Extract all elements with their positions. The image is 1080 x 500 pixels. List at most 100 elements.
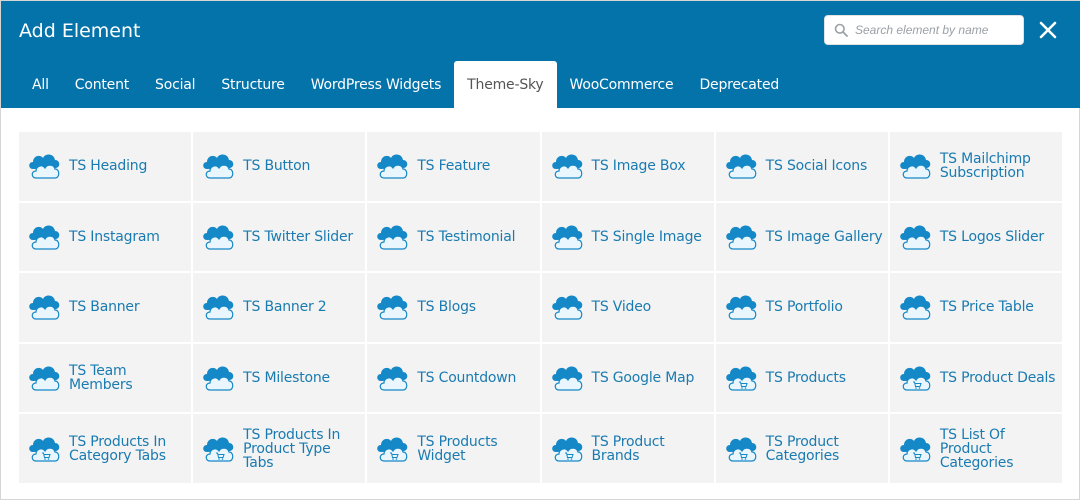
cloud-icon bbox=[551, 225, 582, 250]
cloud-icon bbox=[725, 154, 757, 179]
element-ts-heading[interactable]: TS Heading bbox=[19, 132, 192, 201]
element-label: TS Countdown bbox=[417, 370, 517, 387]
element-ts-products-in-category-tabs[interactable]: TS Products In Category Tabs bbox=[19, 414, 192, 483]
element-ts-image-box[interactable]: TS Image Box bbox=[541, 132, 714, 201]
close-icon[interactable] bbox=[1036, 18, 1060, 42]
element-label: TS Social Icons bbox=[765, 158, 868, 175]
modal-title: Add Element bbox=[19, 20, 141, 42]
element-label: TS Video bbox=[591, 299, 652, 316]
cloud-icon bbox=[377, 225, 408, 250]
element-ts-logos-slider[interactable]: TS Logos Slider bbox=[889, 202, 1062, 272]
element-label: TS Portfolio bbox=[765, 299, 843, 316]
element-label: TS Google Map bbox=[591, 370, 695, 387]
cloud-cart-icon bbox=[29, 437, 60, 462]
element-label: TS Feature bbox=[417, 158, 491, 175]
cloud-icon bbox=[29, 295, 60, 321]
element-label: TS Banner 2 bbox=[243, 299, 327, 316]
element-ts-social-icons[interactable]: TS Social Icons bbox=[715, 132, 888, 201]
element-ts-google-map[interactable]: TS Google Map bbox=[541, 343, 714, 413]
search-icon bbox=[834, 23, 848, 37]
element-ts-banner[interactable]: TS Banner bbox=[19, 273, 192, 342]
element-label: TS Banner bbox=[69, 299, 140, 316]
cloud-icon bbox=[551, 295, 582, 321]
element-ts-feature[interactable]: TS Feature bbox=[367, 132, 540, 201]
element-ts-milestone[interactable]: TS Milestone bbox=[193, 343, 366, 413]
element-ts-video[interactable]: TS Video bbox=[541, 273, 714, 342]
cloud-icon bbox=[203, 225, 234, 250]
cloud-cart-icon bbox=[725, 366, 757, 391]
element-label: TS Price Table bbox=[939, 299, 1034, 316]
search-box bbox=[824, 15, 1024, 45]
element-ts-team-members[interactable]: TS Team Members bbox=[19, 343, 192, 413]
cloud-icon bbox=[203, 366, 234, 391]
element-label: TS Product Deals bbox=[939, 370, 1056, 387]
element-ts-portfolio[interactable]: TS Portfolio bbox=[715, 273, 888, 342]
cloud-cart-icon bbox=[551, 437, 582, 462]
element-ts-button[interactable]: TS Button bbox=[193, 132, 366, 201]
element-ts-product-brands[interactable]: TS Product Brands bbox=[541, 414, 714, 483]
cloud-icon bbox=[377, 366, 408, 391]
element-label: TS Blogs bbox=[417, 299, 476, 316]
element-label: TS Image Gallery bbox=[765, 228, 883, 245]
element-ts-twitter-slider[interactable]: TS Twitter Slider bbox=[193, 202, 366, 272]
element-label: TS Twitter Slider bbox=[243, 228, 353, 245]
modal-header: Add Element AllContentSocialStructureWor… bbox=[1, 1, 1080, 108]
cloud-icon bbox=[29, 225, 60, 250]
element-ts-image-gallery[interactable]: TS Image Gallery bbox=[715, 202, 888, 272]
cloud-cart-icon bbox=[725, 437, 757, 462]
search-input[interactable] bbox=[855, 16, 1021, 44]
element-label: TS List Of Product Categories bbox=[939, 426, 1014, 471]
element-ts-list-of-product-categories[interactable]: TS List Of Product Categories bbox=[889, 414, 1062, 483]
tab-structure[interactable]: Structure bbox=[208, 61, 297, 108]
cloud-icon bbox=[900, 225, 931, 250]
element-label: TS Instagram bbox=[69, 228, 160, 245]
element-ts-product-categories[interactable]: TS Product Categories bbox=[715, 414, 888, 483]
element-label: TS Milestone bbox=[243, 370, 330, 387]
cloud-icon bbox=[725, 225, 757, 250]
cloud-icon bbox=[900, 154, 931, 179]
tab-social[interactable]: Social bbox=[142, 61, 208, 108]
cloud-icon bbox=[725, 295, 757, 321]
cloud-icon bbox=[29, 366, 60, 391]
element-label: TS Testimonial bbox=[417, 228, 516, 245]
element-ts-product-deals[interactable]: TS Product Deals bbox=[889, 343, 1062, 413]
element-ts-countdown[interactable]: TS Countdown bbox=[367, 343, 540, 413]
element-label: TS Button bbox=[243, 158, 311, 175]
tab-all[interactable]: All bbox=[19, 61, 62, 108]
cloud-icon bbox=[900, 295, 931, 321]
tab-content[interactable]: Content bbox=[62, 61, 142, 108]
element-label: TS Mailchimp Subscription bbox=[939, 151, 1031, 182]
tab-theme-sky[interactable]: Theme-Sky bbox=[454, 61, 557, 108]
element-ts-products-in-product-type-tabs[interactable]: TS Products In Product Type Tabs bbox=[193, 414, 366, 483]
tab-deprecated[interactable]: Deprecated bbox=[686, 61, 792, 108]
element-ts-mailchimp-subscription[interactable]: TS Mailchimp Subscription bbox=[889, 132, 1062, 201]
element-ts-testimonial[interactable]: TS Testimonial bbox=[367, 202, 540, 272]
element-ts-single-image[interactable]: TS Single Image bbox=[541, 202, 714, 272]
tab-woocommerce[interactable]: WooCommerce bbox=[557, 61, 687, 108]
element-ts-products-widget[interactable]: TS Products Widget bbox=[367, 414, 540, 483]
element-label: TS Image Box bbox=[591, 158, 686, 175]
add-element-modal: Add Element AllContentSocialStructureWor… bbox=[0, 0, 1080, 500]
element-label: TS Products bbox=[765, 370, 846, 387]
element-label: TS Team Members bbox=[69, 363, 133, 394]
cloud-icon bbox=[29, 154, 60, 179]
element-ts-products[interactable]: TS Products bbox=[715, 343, 888, 413]
element-ts-blogs[interactable]: TS Blogs bbox=[367, 273, 540, 342]
cloud-icon bbox=[377, 295, 408, 321]
element-ts-instagram[interactable]: TS Instagram bbox=[19, 202, 192, 272]
element-ts-banner-2[interactable]: TS Banner 2 bbox=[193, 273, 366, 342]
cloud-icon bbox=[551, 154, 582, 179]
element-label: TS Product Brands bbox=[591, 433, 665, 464]
cloud-cart-icon bbox=[377, 437, 408, 462]
element-label: TS Products In Category Tabs bbox=[69, 433, 166, 464]
element-label: TS Product Categories bbox=[765, 433, 840, 464]
element-label: TS Heading bbox=[69, 158, 148, 175]
cloud-icon bbox=[203, 295, 234, 321]
tab-wordpress-widgets[interactable]: WordPress Widgets bbox=[298, 61, 454, 108]
category-tabs: All Content Social Structure WordPress Widge… bbox=[19, 61, 792, 108]
element-label: TS Single Image bbox=[591, 228, 702, 245]
cloud-cart-icon bbox=[900, 437, 931, 462]
element-label: TS Logos Slider bbox=[939, 228, 1044, 245]
element-ts-price-table[interactable]: TS Price Table bbox=[889, 273, 1062, 342]
cloud-cart-icon bbox=[203, 437, 234, 462]
